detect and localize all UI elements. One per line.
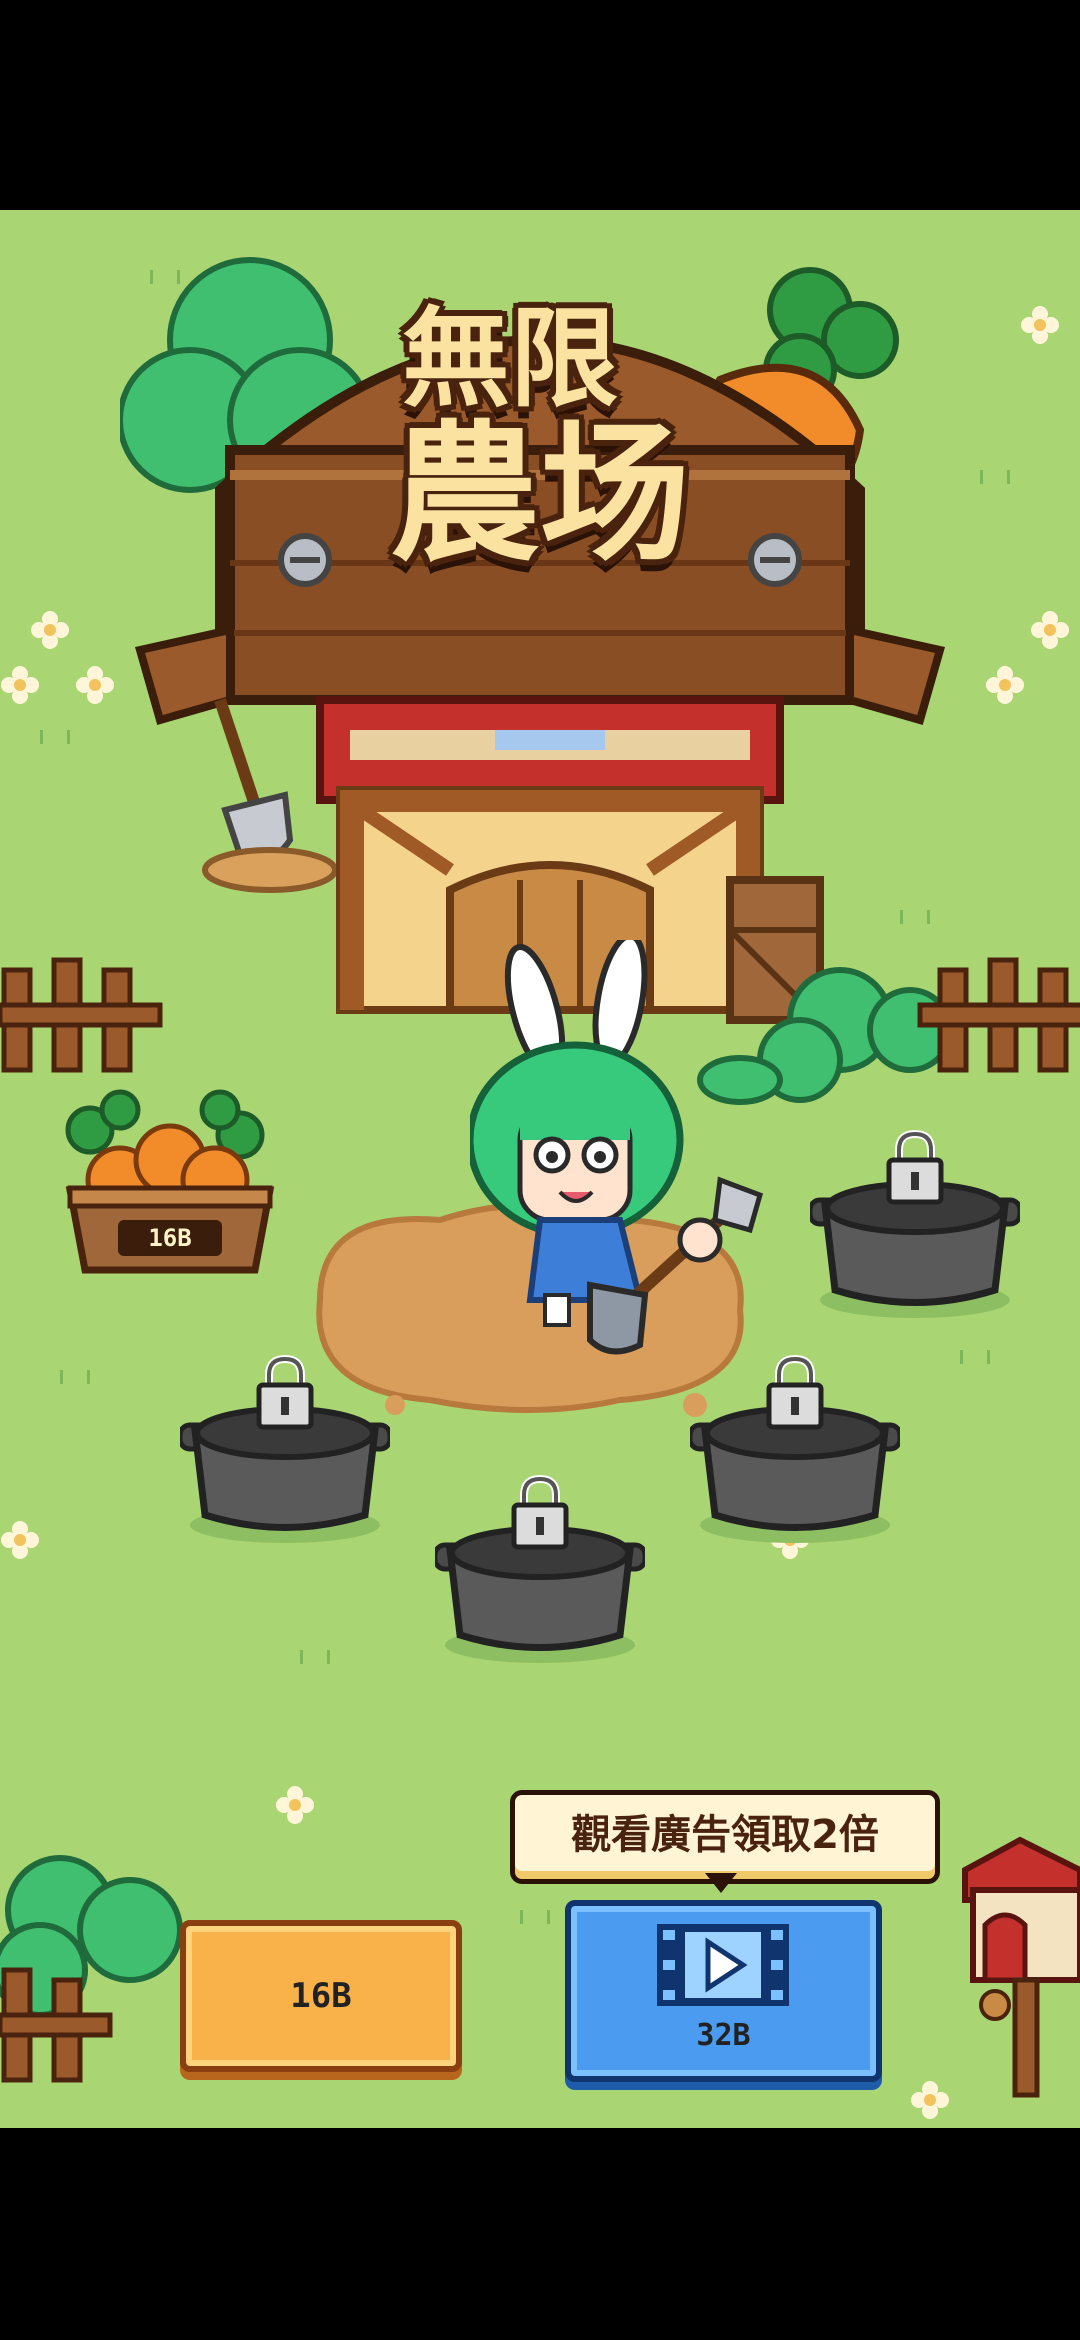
grass-tuft [960,1350,990,1364]
bush-left [0,1855,183,2083]
flower-icon [986,666,1024,704]
flower-icon [1031,611,1069,649]
lock-icon [886,1130,944,1205]
flower-icon [31,611,69,649]
video-play-icon [657,1924,789,2006]
lock-icon [511,1475,569,1550]
flower-icon [1,666,39,704]
flower-icon [276,1786,314,1824]
mailbox [962,1836,1080,2098]
game-scene: 無限 農场 16B 16B 觀看廣告領取2倍 32B [0,210,1080,2128]
pot-1[interactable] [807,1130,1023,1330]
flower-icon [1,1521,39,1559]
lock-icon [766,1355,824,1430]
pot-4[interactable] [432,1475,648,1675]
flower-icon [1021,306,1059,344]
ad-tooltip-text: 觀看廣告領取2倍 [571,1812,879,1858]
lock-icon [256,1355,314,1430]
bunny-farmer-character[interactable] [470,940,800,1360]
flower-icon [76,666,114,704]
watch-ad-button[interactable]: 32B [565,1900,882,2082]
game-title-line2: 農场 [389,408,690,582]
flower-icon [911,2081,949,2119]
collect-button-label: 16B [290,1976,352,2016]
grass-tuft [60,1370,90,1384]
pot-3[interactable] [687,1355,903,1555]
grass-tuft [980,470,1010,484]
tooltip-pointer [705,1873,737,1893]
ad-tooltip-bubble: 觀看廣告領取2倍 [510,1790,940,1893]
collect-button[interactable]: 16B [180,1920,462,2072]
grass-tuft [300,1650,330,1664]
harvest-basket[interactable]: 16B [60,1080,280,1280]
fence-right [917,957,1080,1073]
game-title-line1: 無限 [401,297,618,422]
basket-count-label: 16B [148,1224,192,1252]
watch-ad-reward-label: 32B [696,2018,751,2053]
fence-left [0,957,163,1073]
grass-tuft [520,1910,550,1924]
grass-tuft [40,730,70,744]
pot-2[interactable] [177,1355,393,1555]
